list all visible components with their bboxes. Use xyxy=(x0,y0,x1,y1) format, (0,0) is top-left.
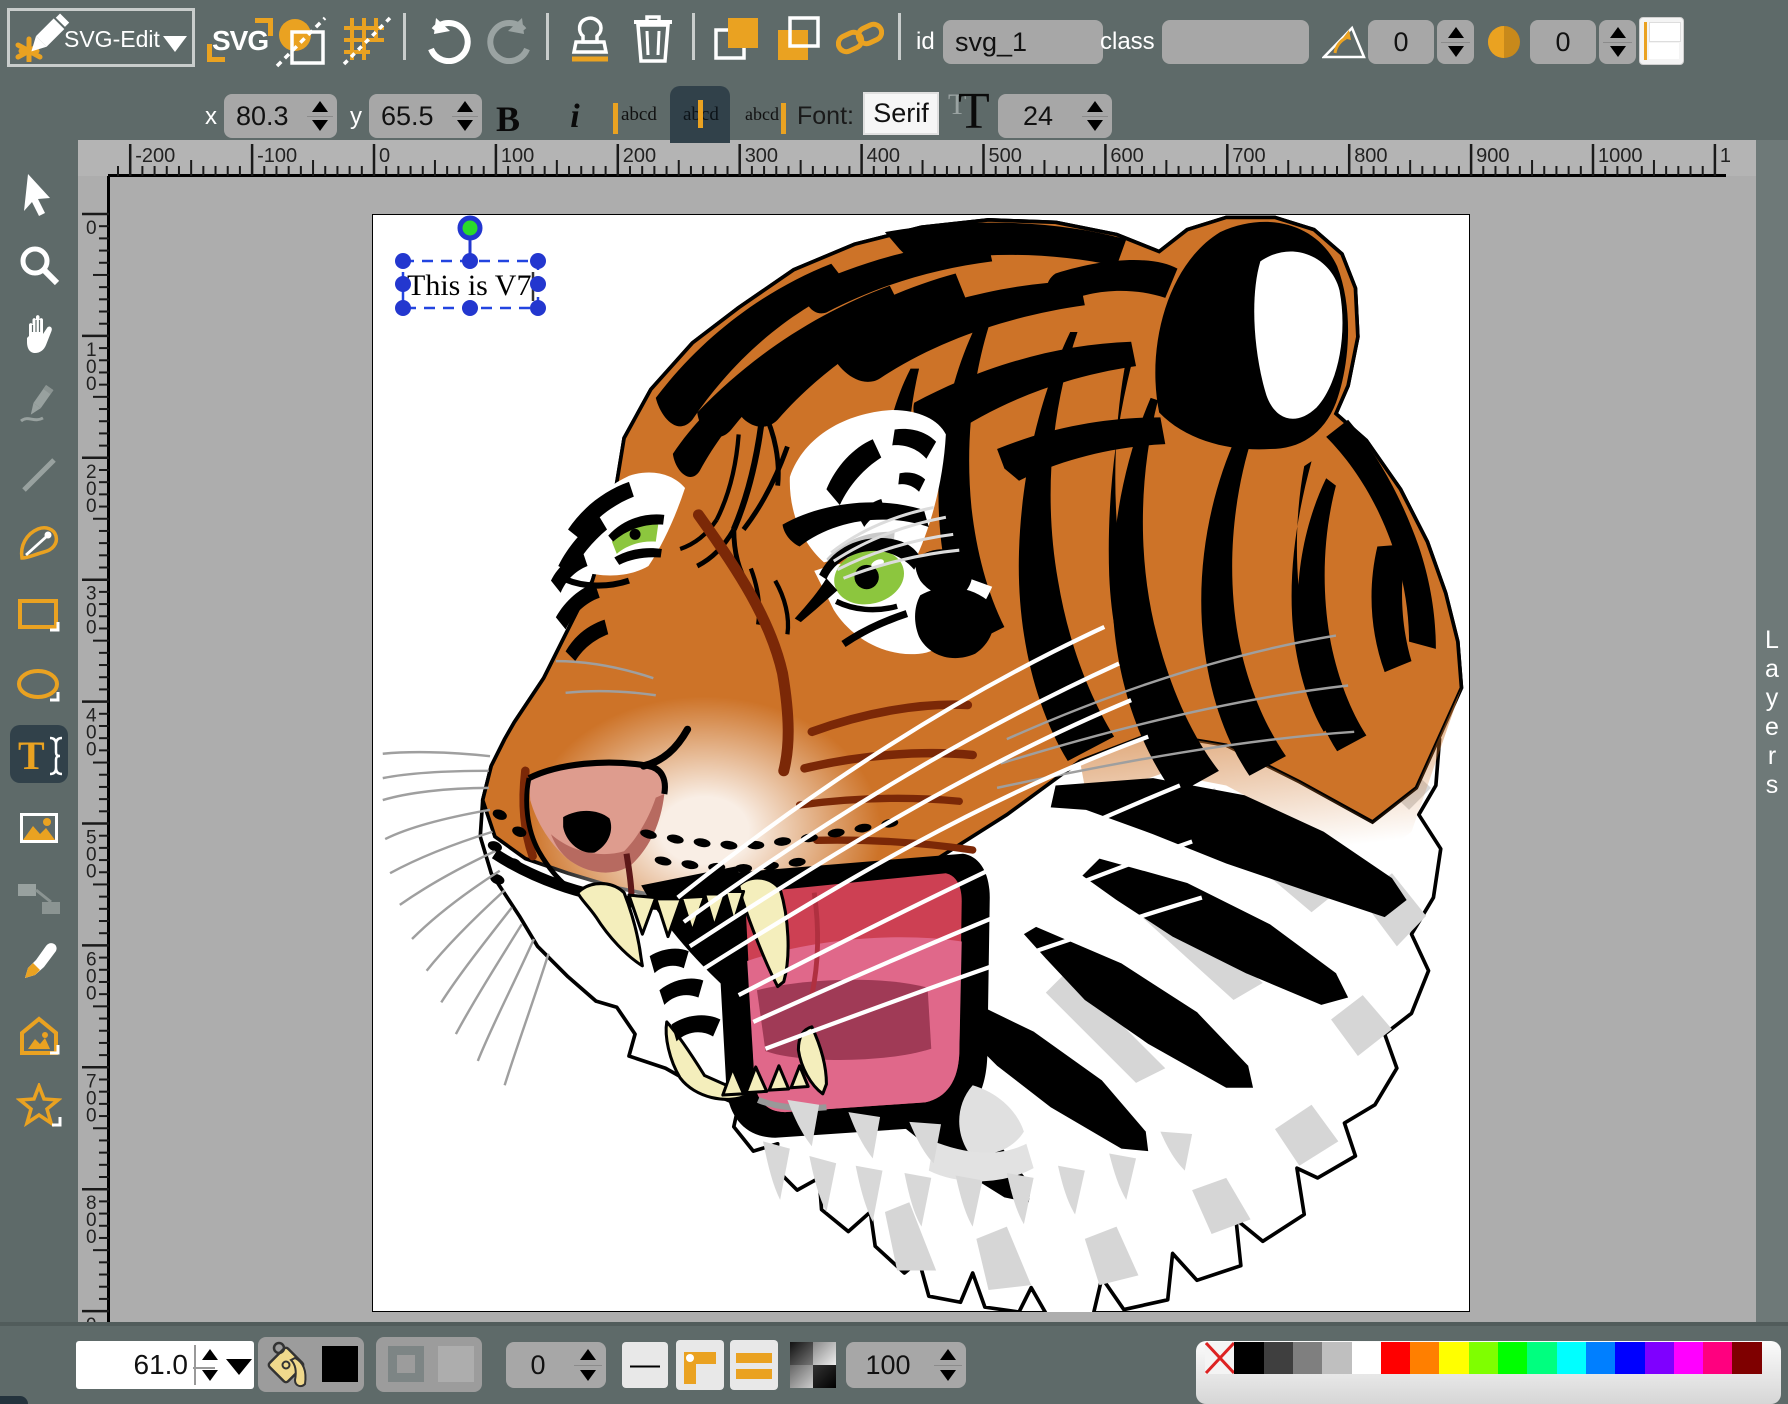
svg-text:0: 0 xyxy=(86,374,97,395)
svg-text:0: 0 xyxy=(86,496,97,517)
svg-text:0: 0 xyxy=(86,218,97,239)
svg-text:0: 0 xyxy=(86,740,97,761)
svg-text:400: 400 xyxy=(867,145,900,167)
svg-text:-200: -200 xyxy=(135,145,175,167)
svg-text:0: 0 xyxy=(86,862,97,883)
svg-text:-100: -100 xyxy=(257,145,297,167)
svg-text:0: 0 xyxy=(86,618,97,639)
svg-text:200: 200 xyxy=(623,145,656,167)
svg-text:This is V7: This is V7 xyxy=(407,269,531,302)
svg-text:1000: 1000 xyxy=(1598,145,1643,167)
svg-text:800: 800 xyxy=(1354,145,1387,167)
svg-text:900: 900 xyxy=(1476,145,1509,167)
svg-text:700: 700 xyxy=(1232,145,1265,167)
svg-text:100: 100 xyxy=(501,145,534,167)
svg-text:600: 600 xyxy=(1110,145,1143,167)
svg-text:0: 0 xyxy=(86,1227,97,1248)
svg-text:0: 0 xyxy=(379,145,390,167)
svg-text:0: 0 xyxy=(86,983,97,1004)
svg-text:0: 0 xyxy=(86,1105,97,1126)
svg-text:300: 300 xyxy=(745,145,778,167)
svg-text:500: 500 xyxy=(989,145,1022,167)
svg-text:1100: 1100 xyxy=(1720,145,1730,167)
